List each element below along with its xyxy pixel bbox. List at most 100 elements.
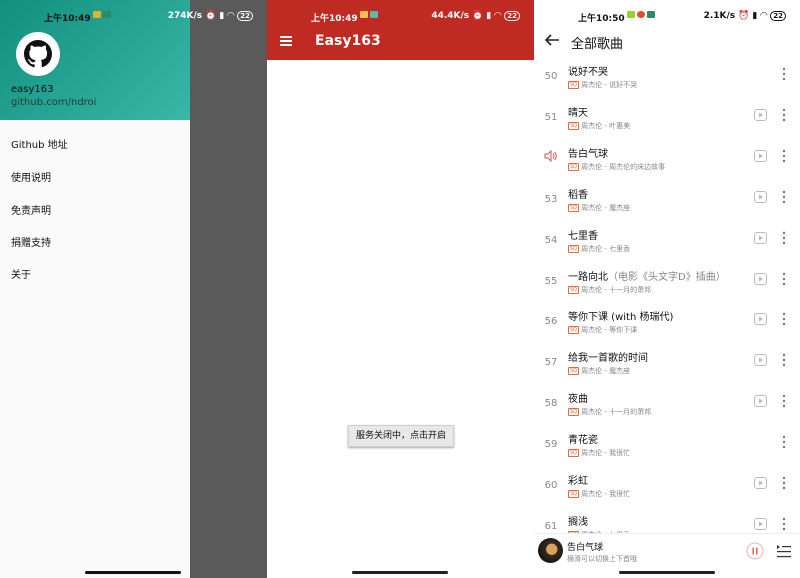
network-speed: 274K/s: [167, 11, 203, 21]
song-title: 夜曲: [568, 390, 588, 405]
song-artist-album: 周杰伦 - 我很忙: [581, 490, 631, 498]
play-mv-icon[interactable]: [754, 313, 767, 326]
page-title: 全部歌曲: [571, 37, 624, 52]
gallery-icon: [103, 11, 111, 18]
song-artist-album: 周杰伦 - 魔杰座: [581, 367, 631, 376]
wifi-icon: ◠: [494, 11, 502, 21]
menu-icon[interactable]: [280, 36, 292, 46]
playlist-icon[interactable]: [776, 544, 792, 558]
wifi-icon: ◠: [227, 11, 235, 21]
song-row[interactable]: 56 等你下课 (with 杨瑞代) SQ 周杰伦 - 等你下课: [534, 305, 800, 346]
song-subtitle: SQ 周杰伦 - 叶惠美: [568, 121, 630, 131]
song-row[interactable]: 57 给我一首歌的时间 SQ 周杰伦 - 魔杰座: [534, 346, 800, 387]
menu-item-instructions[interactable]: 使用说明: [11, 169, 51, 184]
signal-icon: ▮: [752, 11, 758, 21]
more-options-icon[interactable]: [778, 107, 790, 123]
wifi-icon: ◠: [760, 11, 768, 21]
song-artist-album: 周杰伦 - 十一月的萧邦: [581, 408, 652, 417]
menu-item-donate[interactable]: 捐赠支持: [11, 234, 51, 249]
song-artist-album: 周杰伦 - 七里香: [581, 244, 631, 253]
menu-item-disclaimer[interactable]: 免责声明: [11, 202, 51, 217]
more-options-icon[interactable]: [778, 434, 790, 450]
player-hint: 横滑可以切换上下首哦: [567, 555, 637, 563]
more-options-icon[interactable]: [778, 230, 790, 246]
more-options-icon[interactable]: [778, 393, 790, 409]
github-icon: [16, 32, 60, 76]
song-artist-album: 周杰伦 - 叶惠美: [581, 121, 631, 130]
song-title-text: 告白气球: [568, 148, 608, 160]
song-title: 搁浅: [568, 513, 588, 528]
pause-icon[interactable]: [746, 542, 764, 560]
play-mv-icon[interactable]: [754, 108, 767, 121]
gesture-bar[interactable]: [619, 571, 715, 574]
more-options-icon[interactable]: [778, 148, 790, 164]
songs-screen: 上午10:50 2.1K/s ⏰ ▮ ◠ 22 全部歌曲 50 说好不哭 SQ 周杰伦…: [534, 0, 800, 578]
song-number: 57: [544, 357, 558, 369]
song-row[interactable]: 54 七里香 SQ 周杰伦 - 七里香: [534, 224, 800, 265]
sq-badge: SQ: [568, 81, 580, 89]
song-row[interactable]: 60 彩虹 SQ 周杰伦 - 我很忙: [534, 469, 800, 510]
menu-item-github[interactable]: Github 地址: [11, 136, 68, 151]
profile-link[interactable]: github.com/ndroi: [11, 97, 96, 108]
gallery-icon: [647, 11, 655, 18]
song-title-text: 晴天: [568, 107, 588, 119]
service-toggle-button[interactable]: 服务关闭中，点击开启: [348, 425, 454, 447]
notification-icon: [93, 11, 101, 18]
song-artist-album: 周杰伦 - 说好不哭: [581, 81, 638, 89]
mini-player[interactable]: 告白气球 横滑可以切换上下首哦: [534, 533, 800, 569]
song-number: 51: [544, 111, 558, 123]
play-mv-icon[interactable]: [754, 231, 767, 244]
profile-name: easy163: [11, 84, 54, 95]
song-row[interactable]: 51 晴天 SQ 周杰伦 - 叶惠美: [534, 101, 800, 142]
more-options-icon[interactable]: [778, 352, 790, 368]
song-row[interactable]: 59 青花瓷 SQ 周杰伦 - 我很忙: [534, 428, 800, 469]
sq-badge: SQ: [568, 121, 580, 130]
drawer-scrim[interactable]: [190, 0, 267, 578]
play-mv-icon[interactable]: [754, 354, 767, 367]
more-options-icon[interactable]: [778, 475, 790, 491]
battery-icon: 22: [237, 11, 253, 21]
song-row[interactable]: 55 一路向北（电影《头文字D》插曲） SQ 周杰伦 - 十一月的萧邦: [534, 265, 800, 306]
song-title: 告白气球: [568, 145, 608, 160]
song-row[interactable]: 50 说好不哭 SQ 周杰伦 - 说好不哭: [534, 60, 800, 101]
song-number: 50: [544, 71, 558, 82]
play-mv-icon[interactable]: [754, 517, 767, 530]
song-title-text: 搁浅: [568, 516, 588, 528]
more-options-icon[interactable]: [778, 189, 790, 205]
play-mv-icon[interactable]: [754, 149, 767, 162]
album-cover[interactable]: [538, 538, 563, 563]
play-mv-icon[interactable]: [754, 190, 767, 203]
notification-icon: [360, 11, 368, 18]
song-row[interactable]: 58 夜曲 SQ 周杰伦 - 十一月的萧邦: [534, 387, 800, 428]
more-options-icon[interactable]: [778, 66, 790, 82]
gesture-bar[interactable]: [85, 571, 181, 574]
song-row[interactable]: 告白气球 SQ 周杰伦 - 周杰伦的床边故事: [534, 142, 800, 183]
song-artist-album: 周杰伦 - 周杰伦的床边故事: [581, 162, 666, 171]
sq-badge: SQ: [568, 367, 580, 376]
more-options-icon[interactable]: [778, 271, 790, 287]
status-time: 上午10:49: [44, 14, 91, 24]
song-title: 一路向北（电影《头文字D》插曲）: [568, 268, 726, 283]
back-arrow-icon[interactable]: [544, 32, 560, 48]
sq-badge: SQ: [568, 162, 580, 171]
more-options-icon[interactable]: [778, 311, 790, 327]
song-number: 61: [544, 520, 558, 532]
app-notification-icon: [637, 11, 645, 18]
song-number: 55: [544, 275, 558, 287]
menu-item-about[interactable]: 关于: [11, 266, 31, 281]
song-number: 59: [544, 439, 558, 451]
status-bar: 上午10:50 2.1K/s ⏰ ▮ ◠ 22: [534, 0, 800, 30]
song-row[interactable]: 53 稻香 SQ 周杰伦 - 魔杰座: [534, 183, 800, 224]
sq-badge: SQ: [568, 449, 580, 458]
song-subtitle: SQ 周杰伦 - 十一月的萧邦: [568, 285, 651, 295]
alarm-icon: ⏰: [738, 11, 750, 21]
more-options-icon[interactable]: [778, 516, 790, 532]
song-number: 58: [544, 398, 558, 410]
status-time: 上午10:49: [311, 14, 358, 24]
gesture-bar[interactable]: [352, 571, 448, 574]
play-mv-icon[interactable]: [754, 272, 767, 285]
play-mv-icon[interactable]: [754, 477, 767, 489]
play-mv-icon[interactable]: [754, 395, 767, 408]
song-subtitle: SQ 周杰伦 - 我很忙: [568, 489, 630, 499]
alarm-icon: ⏰: [205, 11, 217, 21]
